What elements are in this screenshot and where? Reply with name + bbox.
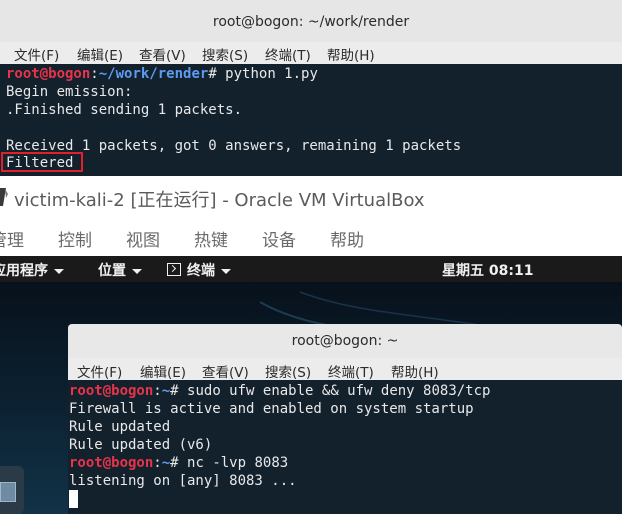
host-command-text: python 1.py xyxy=(225,66,318,82)
highlight-box xyxy=(1,152,83,172)
output-line: Rule updated (v6) xyxy=(69,437,213,453)
vbox-menu-devices[interactable]: 设备 xyxy=(262,226,296,251)
places-menu[interactable]: 位置 xyxy=(98,260,142,280)
vbox-menu-hotkey[interactable]: 热键 xyxy=(194,226,228,251)
prompt-user: root@bogon xyxy=(69,383,154,399)
applications-label: 应用程序 xyxy=(0,263,48,279)
files-icon xyxy=(0,482,16,502)
prompt-separator: : xyxy=(153,455,162,471)
output-line: listening on [any] 8083 ... xyxy=(69,473,297,489)
prompt-user: root@bogon xyxy=(6,66,91,82)
prompt-path: ~/work/render xyxy=(98,66,209,82)
prompt-path: ~ xyxy=(161,383,171,399)
menu-edit[interactable]: 编辑(E) xyxy=(77,44,123,64)
menu-file[interactable]: 文件(F) xyxy=(14,44,59,64)
guest-menu-help[interactable]: 帮助(H) xyxy=(391,361,439,381)
prompt-separator: : xyxy=(153,383,162,399)
guest-menu-view[interactable]: 查看(V) xyxy=(202,361,249,381)
output-line: Begin emission: xyxy=(6,84,133,100)
virtualbox-title: victim-kali-2 [正在运行] - Oracle VM Virtual… xyxy=(14,190,425,211)
virtualbox-menubar xyxy=(0,220,622,256)
menu-terminal[interactable]: 终端(T) xyxy=(265,44,311,64)
host-terminal-window: root@bogon: ~/work/render 文件(F) 编辑(E) 查看… xyxy=(0,0,622,176)
host-terminal-menubar: 文件(F) 编辑(E) 查看(V) 搜索(S) 终端(T) 帮助(H) xyxy=(0,42,622,64)
vbox-menu-control[interactable]: 控制 xyxy=(58,226,92,251)
vbox-menu-help[interactable]: 帮助 xyxy=(330,226,364,251)
virtualbox-app-icon xyxy=(0,188,8,206)
host-command-line: root@bogon:~/work/render# python 1.py xyxy=(6,65,318,83)
guest-menu-terminal[interactable]: 终端(T) xyxy=(328,361,374,381)
prompt-separator: : xyxy=(90,66,99,82)
text-cursor xyxy=(69,490,78,508)
prompt-symbol: # xyxy=(170,455,188,471)
output-line: .Finished sending 1 packets. xyxy=(6,102,243,118)
output-line: Rule updated xyxy=(69,419,171,435)
prompt-symbol: # xyxy=(208,66,226,82)
guest-terminal-title: root@bogon: ~ xyxy=(291,333,399,349)
guest-command-text: sudo ufw enable && ufw deny 8083/tcp xyxy=(187,383,491,399)
chevron-down-icon xyxy=(221,268,231,274)
chevron-down-icon xyxy=(54,268,64,274)
terminal-icon xyxy=(167,263,181,276)
menu-view[interactable]: 查看(V) xyxy=(139,44,186,64)
guest-menu-search[interactable]: 搜索(S) xyxy=(265,361,311,381)
places-label: 位置 xyxy=(98,263,126,279)
guest-menu-file[interactable]: 文件(F) xyxy=(77,361,122,381)
guest-command-line: root@bogon:~# nc -lvp 8083 xyxy=(69,454,288,472)
vbox-menu-view[interactable]: 视图 xyxy=(126,226,160,251)
terminal-app-menu[interactable]: 终端 xyxy=(167,260,231,280)
guest-command-line: root@bogon:~# sudo ufw enable && ufw den… xyxy=(69,382,490,400)
guest-command-text: nc -lvp 8083 xyxy=(187,455,289,471)
terminal-app-label: 终端 xyxy=(187,263,215,279)
prompt-symbol: # xyxy=(170,383,188,399)
output-line: Firewall is active and enabled on system… xyxy=(69,401,474,417)
menu-help[interactable]: 帮助(H) xyxy=(327,44,375,64)
host-terminal-title: root@bogon: ~/work/render xyxy=(212,14,410,30)
prompt-path: ~ xyxy=(161,455,171,471)
host-terminal-titlebar[interactable]: root@bogon: ~/work/render xyxy=(0,0,622,43)
vbox-menu-manage[interactable]: 管理 xyxy=(0,226,24,251)
chevron-down-icon xyxy=(132,268,142,274)
menu-search[interactable]: 搜索(S) xyxy=(202,44,248,64)
panel-clock[interactable]: 星期五 08:11 xyxy=(442,260,533,280)
guest-menu-edit[interactable]: 编辑(E) xyxy=(140,361,186,381)
applications-menu[interactable]: 应用程序 xyxy=(0,260,64,280)
prompt-user: root@bogon xyxy=(69,455,154,471)
